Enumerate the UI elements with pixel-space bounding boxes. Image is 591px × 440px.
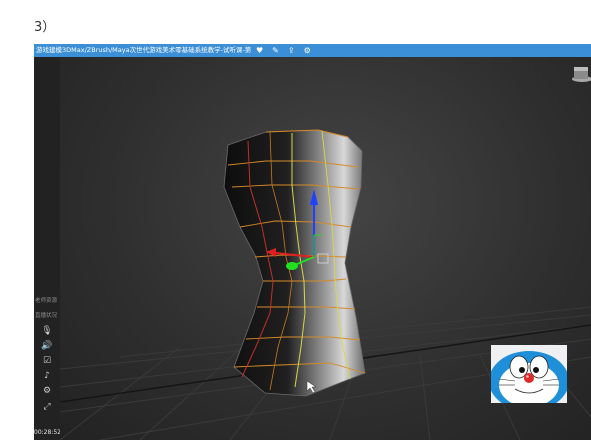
checklist-icon[interactable]: ☑ [40, 355, 54, 367]
title-icons: ♥ ✎ ⇪ ⚙ [256, 44, 311, 57]
playback-timer: 00:28:52 [34, 429, 61, 436]
title-bar: 游戏建模3DMax/ZBrush/Maya次世代游戏美术零基础系统教学-试听课-… [34, 44, 591, 57]
cartoon-avatar-icon [491, 345, 567, 403]
edit-icon[interactable]: ✎ [272, 44, 279, 57]
microphone-icon[interactable]: 🎙 [40, 325, 54, 337]
webcam-overlay [491, 345, 567, 403]
gear-icon[interactable]: ⚙ [40, 385, 54, 397]
left-panel: 老师资源 直播状况 🎙 🔊 ☑ ♪ ⚙ ⤢ 00:28:52 [34, 57, 61, 440]
volume-icon[interactable]: 🔊 [40, 340, 54, 352]
fullscreen-icon[interactable]: ⤢ [40, 401, 54, 413]
video-title: 游戏建模3DMax/ZBrush/Maya次世代游戏美术零基础系统教学-试听课-… [36, 46, 252, 54]
settings-icon[interactable]: ⚙ [304, 44, 311, 57]
share-icon[interactable]: ⇪ [288, 44, 295, 57]
heart-icon[interactable]: ♥ [256, 44, 263, 57]
side-label-teacher[interactable]: 老师资源 [35, 296, 61, 304]
music-icon[interactable]: ♪ [40, 370, 54, 382]
side-label-live[interactable]: 直播状况 [35, 311, 61, 319]
3d-viewport[interactable] [59, 57, 591, 440]
video-player[interactable]: 游戏建模3DMax/ZBrush/Maya次世代游戏美术零基础系统教学-试听课-… [34, 44, 591, 440]
step-label: 3） [34, 20, 56, 35]
view-cube-icon [572, 67, 591, 82]
